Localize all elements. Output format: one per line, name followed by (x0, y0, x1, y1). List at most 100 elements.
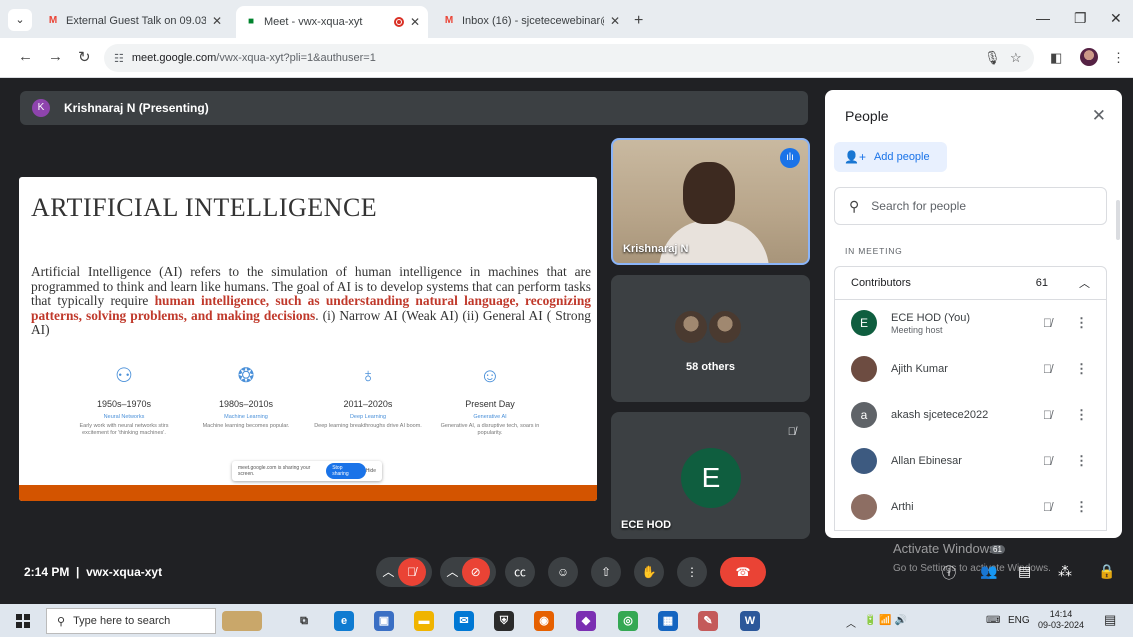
avatar (851, 494, 877, 520)
more-options-button[interactable]: ⋮ (677, 557, 707, 587)
minimize-button[interactable]: — (1036, 10, 1050, 26)
language-indicator[interactable]: ENG (1008, 615, 1030, 626)
chat-icon[interactable]: ▤ (1018, 563, 1031, 580)
taskbar-search-input[interactable]: ⚲ Type here to search (46, 608, 216, 634)
more-options-icon[interactable]: ⋮ (1075, 361, 1088, 377)
taskbar-clock[interactable]: 14:14 09-03-2024 (1038, 609, 1084, 631)
back-icon[interactable]: ← (18, 48, 33, 65)
list-item[interactable]: Ajith Kumar 🎙̸ ⋮ (835, 346, 1106, 392)
windows-start-icon[interactable] (16, 614, 30, 628)
participant-list: E ECE HOD (You) Meeting host 🎙̸ ⋮ Ajith … (834, 300, 1107, 531)
robot-head-icon: ☺ (479, 365, 501, 387)
tab-search-button[interactable]: ⌄ (8, 9, 32, 31)
site-info-icon[interactable]: ☷ (114, 52, 124, 65)
app-icon[interactable]: ▦ (658, 611, 678, 631)
leave-call-button[interactable]: ☎ (720, 557, 766, 587)
search-icon: ⚲ (57, 615, 66, 628)
add-people-button[interactable]: 👤+ Add people (834, 142, 947, 172)
paint-icon[interactable]: ✎ (698, 611, 718, 631)
slide-title: ARTIFICIAL INTELLIGENCE (31, 193, 378, 222)
avatar (851, 356, 877, 382)
video-tile-others[interactable]: 58 others (611, 275, 810, 402)
profile-avatar[interactable] (1080, 48, 1098, 66)
search-people-input[interactable]: ⚲ Search for people (834, 187, 1107, 225)
ai-timeline: ⚇ 1950s–1970s Neural Networks Early work… (69, 363, 549, 463)
app-icon[interactable]: ◆ (576, 611, 596, 631)
contributors-count: 61 (1035, 277, 1048, 289)
chrome-icon[interactable]: ◎ (618, 611, 638, 631)
mic-off-icon[interactable]: 🎙̸ (1043, 500, 1052, 514)
activities-icon[interactable]: ⁂ (1058, 563, 1072, 580)
search-icon: ⚲ (849, 197, 860, 214)
reload-icon[interactable]: ↻ (78, 48, 91, 66)
people-panel: People ✕ 👤+ Add people ⚲ Search for peop… (825, 90, 1122, 538)
list-item[interactable]: Arthi 🎙̸ ⋮ (835, 484, 1106, 530)
close-icon[interactable]: ✕ (1092, 106, 1106, 126)
close-icon[interactable]: ✕ (212, 14, 222, 28)
people-icon[interactable]: 👥 (980, 563, 997, 580)
more-options-icon[interactable]: ⋮ (1075, 407, 1088, 423)
scrollbar[interactable] (1116, 200, 1120, 240)
more-menu-icon[interactable]: ⋮ (1112, 50, 1125, 66)
restore-button[interactable]: ❐ (1074, 10, 1087, 27)
word-icon[interactable]: W (740, 611, 760, 631)
contributors-header[interactable]: Contributors 61 ︿ (834, 266, 1107, 300)
timeline-item: ⚇ 1950s–1970s Neural Networks Early work… (79, 365, 169, 436)
mic-off-icon[interactable]: 🎙̸ (1043, 454, 1052, 468)
file-explorer-icon[interactable]: ▬ (414, 611, 434, 631)
list-item[interactable]: a akash sjcetece2022 🎙̸ ⋮ (835, 392, 1106, 438)
info-icon[interactable]: ⓘ (942, 563, 956, 583)
close-window-button[interactable]: ✕ (1110, 10, 1122, 27)
meeting-time-code: 2:14 PM | vwx-xqua-xyt (24, 565, 163, 579)
mic-off-icon[interactable]: 🎙̸ (1043, 408, 1052, 422)
stop-sharing-button[interactable]: Stop sharing (326, 463, 366, 479)
firefox-icon[interactable]: ◉ (534, 611, 554, 631)
raise-hand-button[interactable]: ✋ (634, 557, 664, 587)
slide-footer-band (19, 485, 597, 501)
address-bar[interactable]: ☷ meet.google.com /vwx-xqua-xyt?pli=1&au… (104, 44, 1034, 72)
task-view-icon[interactable]: ⧉ (294, 611, 314, 631)
close-icon[interactable]: ✕ (410, 15, 420, 29)
search-highlight-icon[interactable] (222, 611, 262, 631)
chevron-up-icon[interactable]: ︿ (1079, 275, 1090, 291)
mail-icon[interactable]: ✉ (454, 611, 474, 631)
tab-meet[interactable]: ■ Meet - vwx-xqua-xyt ✕ (236, 6, 428, 38)
mic-off-icon[interactable]: 🎙̸ (397, 558, 426, 586)
mic-control[interactable]: ︿ 🎙̸ (376, 557, 432, 587)
chevron-up-icon[interactable]: ︿ (382, 565, 394, 579)
captions-button[interactable]: ㏄ (505, 557, 535, 587)
camera-off-icon[interactable]: ⊘ (461, 558, 490, 586)
forward-icon[interactable]: → (48, 48, 63, 65)
windows-taskbar: ⚲ Type here to search ⧉ e ▣ ▬ ✉ ⛨ ◉ ◆ ◎ … (0, 604, 1133, 637)
new-tab-button[interactable]: + (634, 12, 643, 30)
video-tile-krishnaraj[interactable]: ılı Krishnaraj N (611, 138, 810, 265)
tab-external-guest-talk[interactable]: M External Guest Talk on 09.03.20 ✕ (38, 6, 230, 36)
mic-off-icon[interactable]: 🎙̸ (1043, 316, 1052, 330)
edge-icon[interactable]: e (334, 611, 354, 631)
microphone-icon[interactable]: 🎙 (984, 50, 1001, 66)
keyboard-icon[interactable]: ⌨ (986, 615, 1000, 626)
tray-icons[interactable]: 🔋 📶 🔊 (864, 615, 907, 626)
list-item[interactable]: Allan Ebinesar 🎙̸ ⋮ (835, 438, 1106, 484)
close-icon[interactable]: ✕ (610, 14, 620, 28)
more-options-icon[interactable]: ⋮ (1075, 453, 1088, 469)
video-tile-ece-hod[interactable]: 🎙̸ E ECE HOD (611, 412, 810, 539)
emoji-button[interactable]: ☺ (548, 557, 578, 587)
lightbulb-icon: ♁ (360, 365, 376, 387)
host-controls-icon[interactable]: 🔒 (1098, 563, 1115, 580)
security-icon[interactable]: ⛨ (494, 611, 514, 631)
camera-control[interactable]: ︿ ⊘ (440, 557, 496, 587)
more-options-icon[interactable]: ⋮ (1075, 315, 1088, 331)
more-options-icon[interactable]: ⋮ (1075, 499, 1088, 515)
tab-inbox[interactable]: M Inbox (16) - sjcetecewebinar@ ✕ (434, 6, 628, 36)
side-panel-icon[interactable]: ◧ (1050, 50, 1062, 66)
mic-off-icon[interactable]: 🎙̸ (1043, 362, 1052, 376)
hide-button[interactable]: Hide (366, 468, 376, 474)
list-item[interactable]: E ECE HOD (You) Meeting host 🎙̸ ⋮ (835, 300, 1106, 346)
chevron-up-icon[interactable]: ︿ (446, 565, 458, 579)
notifications-icon[interactable]: ▤ (1104, 612, 1116, 628)
bookmark-star-icon[interactable]: ☆ (1010, 50, 1022, 66)
present-button[interactable]: ⇧ (591, 557, 621, 587)
store-icon[interactable]: ▣ (374, 611, 394, 631)
chevron-up-icon[interactable]: ︿ (846, 615, 856, 630)
